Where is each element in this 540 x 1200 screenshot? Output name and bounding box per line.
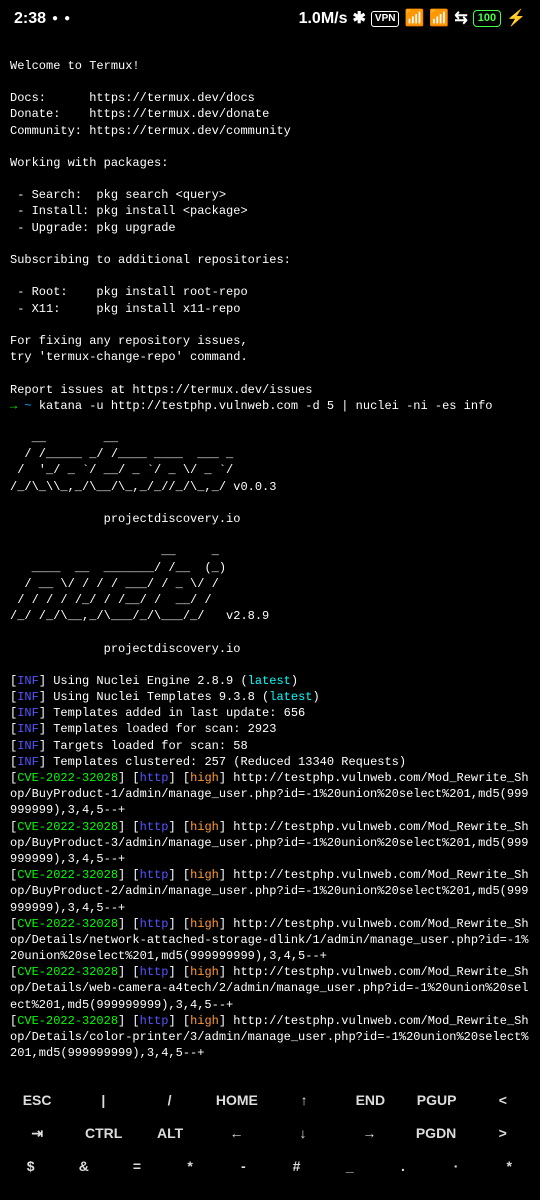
key-star[interactable]: * [170, 1157, 210, 1176]
cve-finding: [CVE-2022-32028] [http] [high] http://te… [10, 965, 529, 1011]
signal-icon: 📶 [404, 8, 424, 30]
pkg-search: - Search: pkg search <query> [10, 188, 226, 202]
info-line: [INF] Targets loaded for scan: 58 [10, 739, 248, 753]
key-alt[interactable]: ALT [150, 1124, 190, 1143]
fix-line: try 'termux-change-repo' command. [10, 350, 248, 364]
notif-dot-icon: ● [64, 12, 70, 26]
docs-line: Docs: https://termux.dev/docs [10, 91, 255, 105]
key-star2[interactable]: * [489, 1157, 529, 1176]
donate-line: Donate: https://termux.dev/donate [10, 107, 269, 121]
key-pgup[interactable]: PGUP [417, 1091, 457, 1110]
info-line: [INF] Using Nuclei Engine 2.8.9 (latest) [10, 674, 298, 688]
key-pipe[interactable]: | [83, 1091, 123, 1110]
key-pgdn[interactable]: PGDN [416, 1124, 456, 1143]
info-line: [INF] Templates added in last update: 65… [10, 706, 305, 720]
report-line: Report issues at https://termux.dev/issu… [10, 383, 312, 397]
cve-finding: [CVE-2022-32028] [http] [high] http://te… [10, 820, 529, 866]
nuclei-ascii: / __ \/ / / / ___/ / _ \/ / [10, 577, 219, 591]
fix-line: For fixing any repository issues, [10, 334, 248, 348]
key-underscore[interactable]: _ [330, 1157, 370, 1176]
cve-finding: [CVE-2022-32028] [http] [high] http://te… [10, 868, 529, 914]
command-prompt: → ~ katana -u http://testphp.vulnweb.com… [10, 399, 493, 413]
signal-icon: 📶 [429, 8, 449, 30]
pkg-upgrade: - Upgrade: pkg upgrade [10, 221, 176, 235]
key-ctrl[interactable]: CTRL [84, 1124, 124, 1143]
info-line: [INF] Using Nuclei Templates 9.3.8 (late… [10, 690, 320, 704]
vpn-badge: VPN [371, 11, 400, 27]
cve-finding: [CVE-2022-32028] [http] [high] http://te… [10, 1014, 529, 1060]
x11-repo: - X11: pkg install x11-repo [10, 302, 240, 316]
key-dot[interactable]: . [383, 1157, 423, 1176]
clock: 2:38 [14, 8, 46, 30]
notif-dot-icon: ● [52, 12, 58, 26]
key-left[interactable]: ← [217, 1124, 257, 1143]
key-lt[interactable]: < [483, 1091, 523, 1110]
key-slash[interactable]: / [150, 1091, 190, 1110]
nuclei-site: projectdiscovery.io [10, 642, 240, 656]
key-hash[interactable]: # [277, 1157, 317, 1176]
katana-ascii: /_/\_\\_,_/\__/\_,_/_//_/\_,_/ v0.0.3 [10, 480, 276, 494]
katana-ascii: __ __ [10, 431, 118, 445]
key-gt[interactable]: > [483, 1124, 523, 1143]
key-esc[interactable]: ESC [17, 1091, 57, 1110]
terminal-output[interactable]: Welcome to Termux! Docs: https://termux.… [0, 38, 540, 1066]
nuclei-ascii: /_/ /_/\__,_/\___/_/\___/_/ v2.8.9 [10, 609, 269, 623]
nuclei-ascii: ____ __ _______/ /__ (_) [10, 561, 226, 575]
charging-icon: ⚡ [506, 8, 526, 30]
info-line: [INF] Templates clustered: 257 (Reduced … [10, 755, 406, 769]
key-up[interactable]: ↑ [284, 1091, 324, 1110]
bluetooth-icon: ✱ [353, 8, 366, 30]
key-home[interactable]: HOME [216, 1091, 258, 1110]
repos-heading: Subscribing to additional repositories: [10, 253, 291, 267]
katana-site: projectdiscovery.io [10, 512, 240, 526]
extra-keys-row: ESC | / HOME ↑ END PGUP < ⇥ CTRL ALT ← ↓… [0, 1081, 540, 1200]
cve-finding: [CVE-2022-32028] [http] [high] http://te… [10, 917, 529, 963]
key-down[interactable]: ↓ [283, 1124, 323, 1143]
key-dash[interactable]: - [223, 1157, 263, 1176]
root-repo: - Root: pkg install root-repo [10, 285, 248, 299]
info-line: [INF] Templates loaded for scan: 2923 [10, 722, 276, 736]
key-amp[interactable]: & [64, 1157, 104, 1176]
pkg-install: - Install: pkg install <package> [10, 204, 248, 218]
key-right[interactable]: → [349, 1124, 389, 1143]
key-end[interactable]: END [350, 1091, 390, 1110]
katana-ascii: / '_/ _ `/ __/ _ `/ _ \/ _ `/ [10, 463, 233, 477]
community-line: Community: https://termux.dev/community [10, 124, 291, 138]
prompt-arrow-icon: → [10, 399, 17, 413]
network-speed: 1.0M/s [299, 8, 348, 30]
cve-finding: [CVE-2022-32028] [http] [high] http://te… [10, 771, 529, 817]
tilde-icon: ~ [24, 399, 31, 413]
command-text: katana -u http://testphp.vulnweb.com -d … [39, 399, 493, 413]
katana-ascii: / /_____ _/ /____ ____ ___ _ [10, 447, 233, 461]
status-bar: 2:38 ● ● 1.0M/s ✱ VPN 📶 📶 ⇆ 100 ⚡ [0, 0, 540, 38]
key-tab[interactable]: ⇥ [17, 1124, 57, 1143]
nuclei-ascii: __ _ [10, 544, 219, 558]
welcome-line: Welcome to Termux! [10, 59, 140, 73]
key-mid[interactable]: · [436, 1157, 476, 1176]
battery-indicator: 100 [473, 10, 501, 27]
wifi-icon: ⇆ [454, 8, 467, 30]
key-eq[interactable]: = [117, 1157, 157, 1176]
nuclei-ascii: / / / / /_/ / /__/ / __/ / [10, 593, 212, 607]
key-dollar[interactable]: $ [11, 1157, 51, 1176]
packages-heading: Working with packages: [10, 156, 168, 170]
